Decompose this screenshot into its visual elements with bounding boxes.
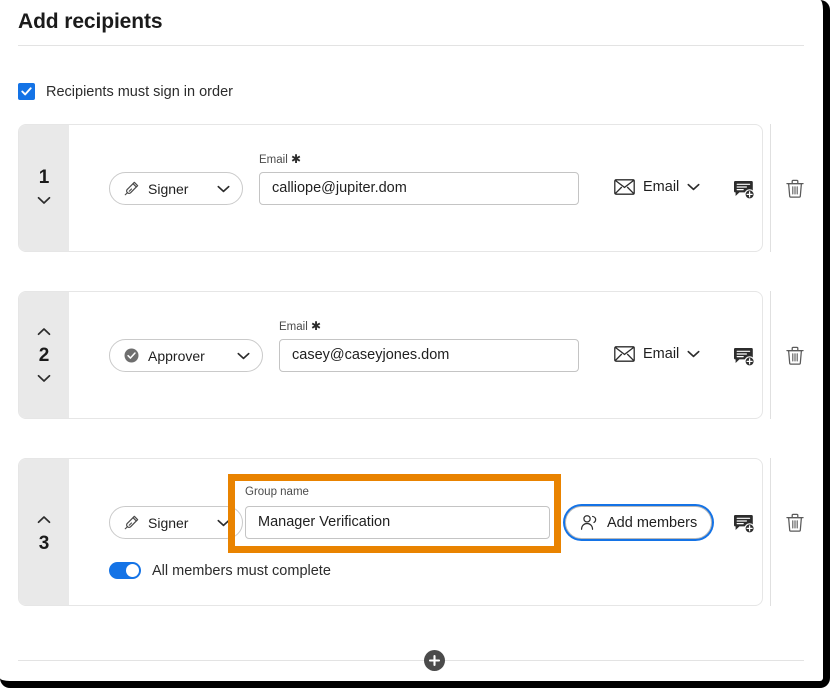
trash-icon (786, 513, 804, 532)
toggle-knob (126, 564, 139, 577)
recipient-1-delivery-label: Email (643, 179, 679, 195)
chevron-down-icon (213, 185, 230, 193)
trash-icon (786, 179, 804, 198)
recipient-2-move-down-button[interactable] (34, 371, 54, 387)
plus-circle-icon (428, 654, 441, 667)
recipient-3-role-dropdown[interactable]: Signer (109, 506, 243, 539)
recipient-1-action-divider (770, 124, 771, 252)
signature-pen-icon (123, 514, 140, 531)
signature-pen-icon (123, 180, 140, 197)
recipient-2-body: Approver Email ✱ casey@caseyjones.dom (69, 292, 762, 418)
required-asterisk: ✱ (311, 319, 321, 333)
recipient-3-all-members-toggle-row[interactable]: All members must complete (109, 562, 331, 579)
sign-in-order-checkbox[interactable] (18, 83, 35, 100)
recipient-1-field-label-wrap: Email ✱ (259, 152, 301, 166)
recipient-1-order-column: 1 (19, 125, 69, 251)
recipient-1-role-label: Signer (148, 181, 188, 197)
recipient-2-order-column: 2 (19, 292, 69, 418)
recipient-3-group-name-input[interactable]: Manager Verification (245, 506, 550, 539)
recipient-3-role-label: Signer (148, 515, 188, 531)
recipient-2-email-input[interactable]: casey@caseyjones.dom (279, 339, 579, 372)
recipient-1-email-input[interactable]: calliope@jupiter.dom (259, 172, 579, 205)
recipient-2-role-dropdown[interactable]: Approver (109, 339, 263, 372)
recipient-3-add-private-message-button[interactable] (731, 511, 757, 537)
recipient-2-number: 2 (39, 346, 50, 365)
recipient-row-2: 2 Approver Email ✱ (18, 291, 763, 419)
envelope-icon (614, 346, 635, 362)
recipient-1-field-label: Email (259, 154, 288, 166)
people-group-icon (580, 514, 599, 531)
envelope-icon (614, 179, 635, 195)
footer-divider (18, 660, 804, 661)
recipient-2-delivery-label: Email (643, 346, 679, 362)
header-divider (18, 45, 804, 46)
trash-icon (786, 346, 804, 365)
sign-in-order-label: Recipients must sign in order (46, 84, 233, 100)
add-private-message-icon (733, 180, 755, 200)
chevron-down-icon (687, 350, 700, 358)
recipient-2-move-up-button[interactable] (34, 324, 54, 340)
add-recipients-panel: Add recipients Recipients must sign in o… (0, 0, 830, 688)
all-members-must-complete-toggle[interactable] (109, 562, 141, 579)
recipient-3-add-members-button[interactable]: Add members (565, 506, 712, 539)
recipient-1-delete-button[interactable] (782, 175, 808, 201)
recipient-2-action-divider (770, 291, 771, 419)
recipient-3-order-column: 3 (19, 459, 69, 605)
recipient-3-move-up-button[interactable] (34, 512, 54, 528)
check-circle-icon (123, 347, 140, 364)
recipient-2-field-label-wrap: Email ✱ (279, 319, 321, 333)
recipient-3-add-members-label: Add members (607, 515, 697, 531)
recipient-1-role-dropdown[interactable]: Signer (109, 172, 243, 205)
add-private-message-icon (733, 514, 755, 534)
add-private-message-icon (733, 347, 755, 367)
chevron-down-icon (233, 352, 250, 360)
all-members-must-complete-label: All members must complete (152, 563, 331, 579)
recipient-1-move-down-button[interactable] (34, 193, 54, 209)
recipient-3-number: 3 (39, 534, 50, 553)
page-title: Add recipients (18, 10, 162, 34)
recipient-1-body: Signer Email ✱ calliope@jupiter.dom (69, 125, 762, 251)
recipient-2-add-private-message-button[interactable] (731, 344, 757, 370)
recipient-2-field-label: Email (279, 321, 308, 333)
recipient-3-delete-button[interactable] (782, 509, 808, 535)
recipient-row-3: 3 Signer Group name Manager Verifi (18, 458, 763, 606)
recipient-2-role-label: Approver (148, 348, 205, 364)
required-asterisk: ✱ (291, 152, 301, 166)
add-recipient-button[interactable] (424, 650, 445, 671)
recipient-1-number: 1 (39, 168, 50, 187)
chevron-down-icon (687, 183, 700, 191)
recipient-1-delivery-dropdown[interactable]: Email (614, 179, 700, 195)
recipient-row-1: 1 Signer (18, 124, 763, 252)
recipient-1-add-private-message-button[interactable] (731, 177, 757, 203)
chevron-down-icon (213, 519, 230, 527)
recipient-3-body: Signer Group name Manager Verification A… (69, 459, 762, 605)
recipient-2-delete-button[interactable] (782, 342, 808, 368)
recipient-3-action-divider (770, 458, 771, 606)
recipient-2-delivery-dropdown[interactable]: Email (614, 346, 700, 362)
sign-in-order-row[interactable]: Recipients must sign in order (18, 83, 233, 100)
recipient-3-field-label: Group name (245, 486, 309, 498)
